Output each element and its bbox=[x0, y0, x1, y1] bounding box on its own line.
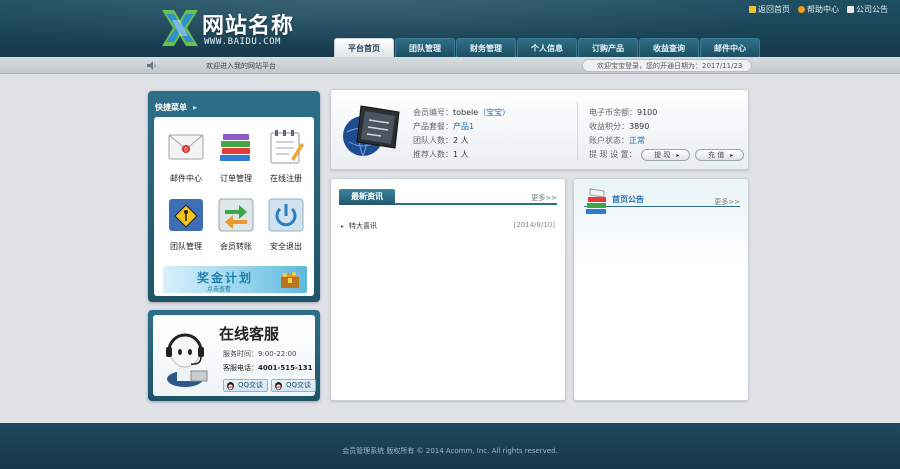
notepad-icon bbox=[270, 130, 304, 164]
service-hours: 服务时间：9:00-22:00 bbox=[223, 350, 297, 358]
quick-item-orders[interactable]: 订单管理 bbox=[212, 129, 260, 189]
bonus-plan-banner[interactable]: 奖金计划 点击查看 bbox=[163, 266, 307, 293]
news-more-link[interactable]: 更多>> bbox=[531, 193, 557, 203]
tab-mail[interactable]: 邮件中心 bbox=[700, 38, 760, 57]
tab-home[interactable]: 平台首页 bbox=[334, 38, 394, 57]
globe-monitor-icon bbox=[343, 105, 400, 157]
news-item[interactable]: ▸ 特大喜讯 [2014/8/10] bbox=[341, 221, 557, 233]
qq-penguin-icon bbox=[275, 382, 282, 390]
speaker-icon bbox=[147, 61, 156, 70]
product-plan-link[interactable]: 产品1 bbox=[453, 122, 474, 131]
quick-item-register[interactable]: 在线注册 bbox=[262, 129, 310, 189]
quick-menu-title: 快捷菜单 ▸ bbox=[155, 103, 198, 112]
qq-penguin-icon bbox=[227, 382, 234, 390]
books-icon bbox=[586, 188, 606, 214]
user-status: 欢迎宝宝登录，您的开通日期为：2017/11/23 bbox=[582, 59, 752, 72]
chevron-right-icon: ▸ bbox=[193, 103, 198, 112]
tab-finance[interactable]: 财务管理 bbox=[456, 38, 516, 57]
service-title: 在线客服 bbox=[219, 325, 280, 343]
notice-title: 首页公告 bbox=[612, 195, 644, 204]
site-logo[interactable]: 网站名称 WWW.BAIDU.COM bbox=[158, 6, 308, 50]
info-bar: 欢迎进入我的网站平台 欢迎宝宝登录，您的开通日期为：2017/11/23 bbox=[0, 57, 900, 74]
withdraw-settings-row: 提 现 设 置： 提 现 充 值 bbox=[589, 148, 745, 162]
quick-item-logout[interactable]: 安全退出 bbox=[262, 197, 310, 257]
news-header: 最新资讯 更多>> bbox=[339, 189, 557, 205]
divider bbox=[577, 102, 578, 160]
warning-sign-icon bbox=[169, 199, 203, 231]
welcome-text: 欢迎进入我的网站平台 bbox=[206, 62, 276, 70]
tab-earnings[interactable]: 收益查询 bbox=[639, 38, 699, 57]
help-icon bbox=[798, 6, 805, 13]
svg-text:0: 0 bbox=[184, 147, 188, 154]
quick-menu-panel: 快捷菜单 ▸ 0 邮件中心 订单管理 在线注册 团队管理 会员转账 安全退出 奖… bbox=[148, 91, 320, 302]
account-info-left: 会员编号：tobele（宝宝） 产品套餐：产品1 团队人数：2 人 推荐人数：1… bbox=[413, 106, 510, 162]
treasure-chest-icon bbox=[281, 272, 299, 288]
service-phone: 客服电话：4001-515-131 bbox=[223, 364, 313, 372]
account-status-row: 账户状态：正常 bbox=[589, 136, 645, 145]
logo-x-icon bbox=[162, 10, 198, 46]
tab-latest-news[interactable]: 最新资讯 bbox=[339, 189, 395, 205]
service-body: 在线客服 服务时间：9:00-22:00 客服电话：4001-515-131 Q… bbox=[153, 315, 317, 396]
member-name-link[interactable]: （宝宝） bbox=[478, 108, 510, 117]
member-id-row: 会员编号：tobele（宝宝） bbox=[413, 108, 511, 117]
recharge-button[interactable]: 充 值 bbox=[694, 148, 745, 161]
tab-team[interactable]: 团队管理 bbox=[395, 38, 455, 57]
home-notice-panel: 首页公告 更多>> bbox=[573, 178, 749, 401]
quick-menu-body: 0 邮件中心 订单管理 在线注册 团队管理 会员转账 安全退出 奖金计划 点击查… bbox=[154, 117, 314, 296]
withdraw-button[interactable]: 提 现 bbox=[641, 148, 691, 161]
news-date: [2014/8/10] bbox=[513, 221, 555, 229]
copyright-text: 会员管理系统 版权所有 © 2014 Acomm, Inc. All right… bbox=[342, 447, 558, 455]
header: 网站名称 WWW.BAIDU.COM 返回首页 帮助中心 公司公告 平台首页 团… bbox=[0, 0, 900, 57]
ecoin-balance-row: 电子币余额：9100 bbox=[589, 108, 658, 117]
mail-icon: 0 bbox=[168, 134, 204, 160]
notice-header: 首页公告 更多>> bbox=[584, 187, 740, 214]
tab-order[interactable]: 订购产品 bbox=[578, 38, 638, 57]
account-summary-panel: 会员编号：tobele（宝宝） 产品套餐：产品1 团队人数：2 人 推荐人数：1… bbox=[330, 89, 749, 170]
power-icon bbox=[268, 198, 304, 232]
tab-profile[interactable]: 个人信息 bbox=[517, 38, 577, 57]
main-nav: 平台首页 团队管理 财务管理 个人信息 订购产品 收益查询 邮件中心 bbox=[334, 38, 760, 57]
account-info-right: 电子币余额：9100 收益积分：3890 账户状态：正常 提 现 设 置： 提 … bbox=[589, 106, 745, 162]
referral-count-row: 推荐人数：1 人 bbox=[413, 150, 469, 159]
top-links: 返回首页 帮助中心 公司公告 bbox=[749, 4, 888, 15]
quick-item-mail[interactable]: 0 邮件中心 bbox=[162, 129, 210, 189]
notice-more-link[interactable]: 更多>> bbox=[714, 197, 740, 207]
bullet-icon: ▸ bbox=[341, 223, 345, 230]
footer: 会员管理系统 版权所有 © 2014 Acomm, Inc. All right… bbox=[0, 423, 900, 469]
top-link-help[interactable]: 帮助中心 bbox=[798, 4, 839, 15]
top-link-notice[interactable]: 公司公告 bbox=[847, 4, 888, 15]
quick-item-team[interactable]: 团队管理 bbox=[162, 197, 210, 257]
speaker-icon bbox=[749, 6, 756, 13]
quick-item-transfer[interactable]: 会员转账 bbox=[212, 197, 260, 257]
support-agent-icon bbox=[166, 333, 208, 387]
top-link-home[interactable]: 返回首页 bbox=[749, 4, 790, 15]
site-name: 网站名称 bbox=[202, 14, 295, 39]
qq-chat-button-1[interactable]: QQ交谈 bbox=[223, 379, 269, 392]
transfer-icon bbox=[218, 198, 254, 232]
site-url: WWW.BAIDU.COM bbox=[204, 37, 281, 47]
books-icon bbox=[220, 134, 250, 161]
earning-points-row: 收益积分：3890 bbox=[589, 122, 650, 131]
qq-chat-button-2[interactable]: QQ交谈 bbox=[271, 379, 317, 392]
latest-news-panel: 最新资讯 更多>> ▸ 特大喜讯 [2014/8/10] bbox=[330, 178, 566, 401]
team-count-row: 团队人数：2 人 bbox=[413, 136, 469, 145]
home-icon bbox=[847, 6, 854, 13]
product-plan-row: 产品套餐：产品1 bbox=[413, 122, 475, 131]
online-service-panel: 在线客服 服务时间：9:00-22:00 客服电话：4001-515-131 Q… bbox=[148, 310, 320, 401]
